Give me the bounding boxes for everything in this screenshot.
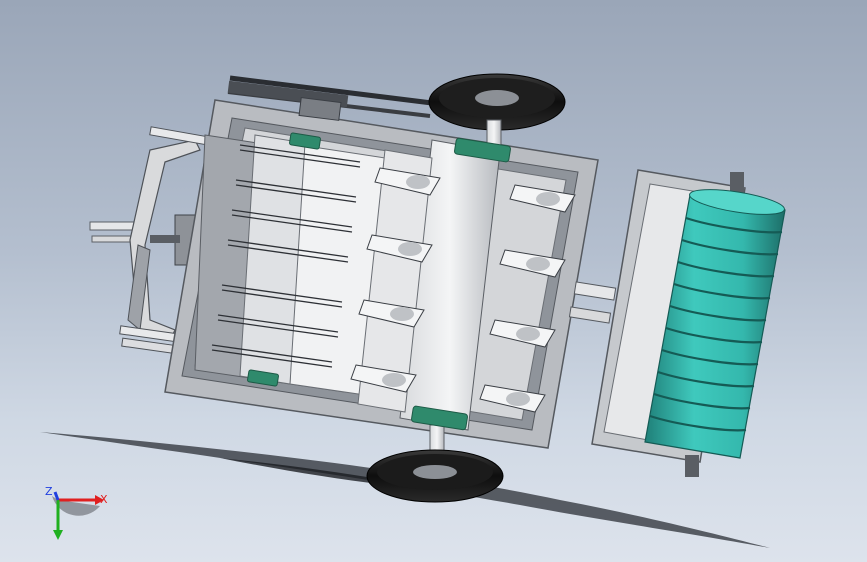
- coordinate-triad[interactable]: X Z: [45, 485, 108, 540]
- x-axis-label: X: [100, 493, 108, 506]
- top-wheel: [428, 73, 566, 146]
- cad-scene[interactable]: X Z: [0, 0, 867, 562]
- cad-viewport[interactable]: X Z: [0, 0, 867, 562]
- seed-hopper: [194, 134, 386, 397]
- y-axis-arrowhead: [53, 530, 63, 540]
- z-axis-label: Z: [45, 485, 53, 498]
